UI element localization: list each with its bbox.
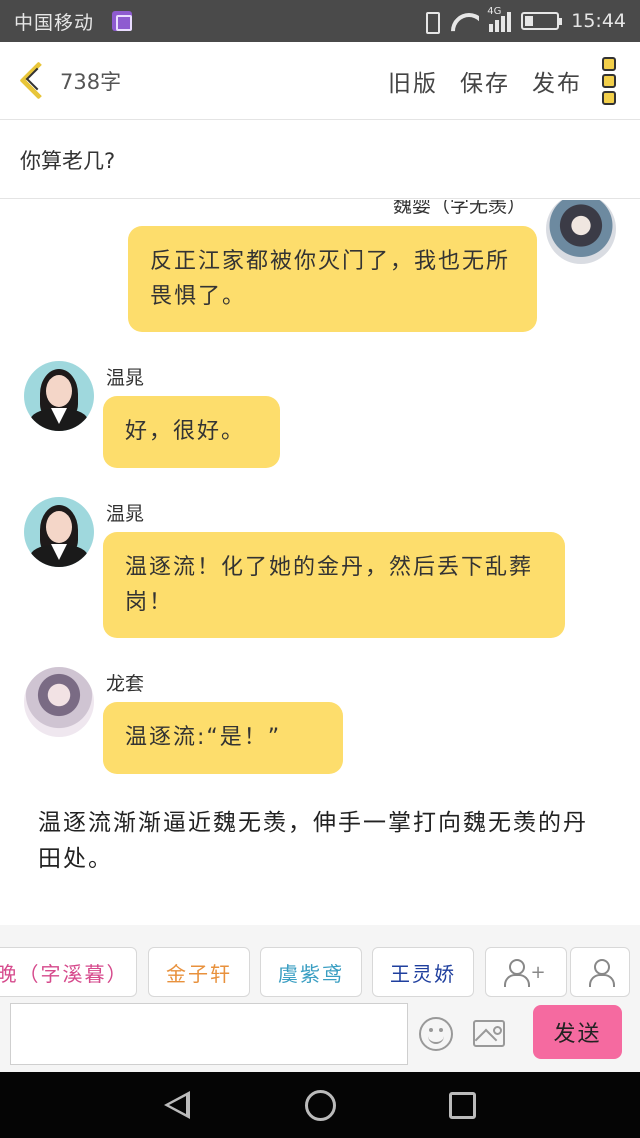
speaker-name: 温晁: [106, 503, 145, 525]
character-chip[interactable]: 王灵娇: [372, 947, 474, 997]
word-count: 738字: [60, 69, 122, 94]
wifi-icon: [451, 10, 479, 32]
chat-area[interactable]: 魏婴（字无羡） 反正江家都被你灭门了，我也无所畏惧了。 温晁 好，很好。 温晁 …: [0, 200, 640, 925]
battery-icon: [521, 12, 563, 30]
nav-back-icon[interactable]: [162, 1089, 194, 1121]
publish-button[interactable]: 发布: [532, 64, 582, 98]
carrier-name: 中国移动: [14, 11, 95, 34]
editor-toolbar: 738字 旧版 保存 发布: [0, 42, 640, 120]
old-version-button[interactable]: 旧版: [388, 64, 438, 98]
network-type: 4G: [487, 6, 502, 17]
image-icon[interactable]: [473, 1020, 505, 1047]
character-chip[interactable]: 虞紫鸢: [260, 947, 362, 997]
emoji-icon[interactable]: [419, 1017, 453, 1051]
character-name: 虞紫鸢: [278, 961, 344, 986]
speaker-name: 温晁: [106, 367, 145, 389]
avatar[interactable]: [24, 667, 94, 737]
nav-recent-apps-icon[interactable]: [449, 1092, 476, 1119]
save-button[interactable]: 保存: [460, 64, 510, 98]
more-vertical-icon[interactable]: [602, 56, 618, 105]
message-bubble[interactable]: 反正江家都被你灭门了，我也无所畏惧了。: [128, 226, 537, 332]
input-bar: 发送: [0, 999, 640, 1072]
avatar[interactable]: [546, 200, 616, 264]
speaker-name: 魏婴（字无羡）: [392, 200, 526, 217]
avatar[interactable]: [24, 361, 94, 431]
character-chip[interactable]: 金子轩: [148, 947, 250, 997]
avatar[interactable]: [24, 497, 94, 567]
vibrate-icon: [421, 10, 441, 34]
character-chip[interactable]: 晚（字溪暮）: [0, 947, 137, 997]
system-nav-bar: [0, 1072, 640, 1138]
add-character-button[interactable]: +: [485, 947, 567, 997]
clock: 15:44: [571, 10, 626, 32]
speaker-name: 龙套: [106, 673, 145, 695]
status-bar: 中国移动 4G 15:44: [0, 0, 640, 42]
character-name: 金子轩: [166, 961, 232, 986]
send-button[interactable]: 发送: [533, 1005, 622, 1059]
gallery-notification-icon: [112, 11, 133, 31]
message-bubble[interactable]: 温逐流！化了她的金丹，然后丢下乱葬岗！: [103, 532, 565, 638]
character-name: 晚（字溪暮）: [0, 961, 129, 986]
character-list-button[interactable]: [570, 947, 630, 997]
signal-icon: 4G: [487, 6, 512, 32]
chevron-left-icon[interactable]: [16, 59, 50, 103]
character-name: 王灵娇: [390, 961, 456, 986]
toolbar-actions: 旧版 保存 发布: [388, 64, 582, 98]
user-icon: [589, 959, 615, 987]
message-input[interactable]: [10, 1003, 408, 1065]
character-bar: 晚（字溪暮） 金子轩 虞紫鸢 王灵娇 +: [0, 925, 640, 999]
plus-icon: +: [530, 961, 548, 983]
add-user-icon: [504, 959, 531, 987]
narration-paragraph[interactable]: 温逐流渐渐逼近魏无羡，伸手一掌打向魏无羡的丹田处。: [38, 805, 608, 877]
message-bubble[interactable]: 温逐流:“是！”: [103, 702, 343, 774]
story-title[interactable]: 你算老几?: [0, 121, 640, 199]
nav-home-icon[interactable]: [305, 1090, 336, 1121]
message-bubble[interactable]: 好，很好。: [103, 396, 280, 468]
